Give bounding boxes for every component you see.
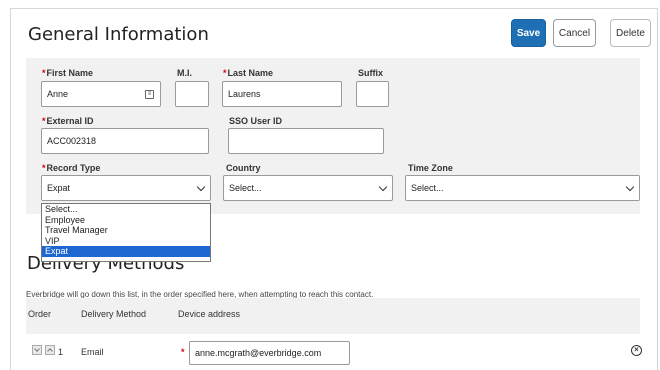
time-zone-label: Time Zone xyxy=(408,163,453,173)
time-zone-select[interactable]: Select... xyxy=(405,175,640,201)
suffix-field[interactable] xyxy=(356,81,389,107)
dropdown-option[interactable]: Employee xyxy=(42,215,210,226)
dropdown-option[interactable]: Travel Manager xyxy=(42,225,210,236)
first-name-field[interactable]: Anne ≡ xyxy=(41,81,161,107)
page-title: General Information xyxy=(28,24,209,45)
chevron-down-icon xyxy=(625,182,635,192)
country-select[interactable]: Select... xyxy=(223,175,393,201)
contact-card-icon[interactable]: ≡ xyxy=(145,90,154,99)
row-delivery-method: Email xyxy=(81,347,104,357)
record-type-dropdown: Select... Employee Travel Manager VIP Ex… xyxy=(41,203,211,262)
mi-label: M.I. xyxy=(177,68,192,78)
save-button[interactable]: Save xyxy=(511,19,546,47)
dropdown-option[interactable]: Select... xyxy=(42,204,210,215)
record-type-label: *Record Type xyxy=(42,163,100,173)
sso-user-id-label: SSO User ID xyxy=(229,116,283,126)
device-address-field[interactable]: anne.mcgrath@everbridge.com xyxy=(189,341,350,365)
sso-user-id-field[interactable] xyxy=(228,128,384,154)
column-order: Order xyxy=(28,309,52,319)
last-name-label: *Last Name xyxy=(223,68,273,78)
record-type-value: Expat xyxy=(47,183,71,193)
external-id-label: *External ID xyxy=(42,116,94,126)
required-marker: * xyxy=(223,68,227,78)
first-name-value: Anne xyxy=(47,89,69,99)
country-value: Select... xyxy=(229,183,262,193)
external-id-label-text: External ID xyxy=(46,116,94,126)
cancel-button[interactable]: Cancel xyxy=(553,19,596,47)
row-order-number: 1 xyxy=(58,347,64,357)
column-delivery-method: Delivery Method xyxy=(81,309,147,319)
delivery-table-header: Order Delivery Method Device address xyxy=(26,298,640,334)
suffix-label: Suffix xyxy=(358,68,384,78)
required-marker: * xyxy=(42,68,46,78)
first-name-label-text: First Name xyxy=(46,68,94,78)
dropdown-option-selected[interactable]: Expat xyxy=(42,246,210,257)
column-device-address: Device address xyxy=(178,309,241,319)
required-marker: * xyxy=(181,347,185,357)
external-id-field[interactable]: ACC002318 xyxy=(41,128,209,154)
record-type-select[interactable]: Expat xyxy=(41,175,211,201)
required-marker: * xyxy=(42,163,46,173)
remove-icon[interactable]: × xyxy=(631,345,642,356)
record-type-label-text: Record Type xyxy=(46,163,101,173)
chevron-down-icon xyxy=(196,182,206,192)
last-name-field[interactable]: Laurens xyxy=(222,81,342,107)
first-name-label: *First Name xyxy=(42,68,93,78)
delete-button[interactable]: Delete xyxy=(610,19,651,47)
required-marker: * xyxy=(42,116,46,126)
country-label: Country xyxy=(226,163,261,173)
chevron-down-icon xyxy=(378,182,388,192)
mi-field[interactable] xyxy=(175,81,209,107)
move-up-button[interactable] xyxy=(45,345,55,355)
time-zone-value: Select... xyxy=(411,183,444,193)
dropdown-option[interactable]: VIP xyxy=(42,236,210,247)
last-name-label-text: Last Name xyxy=(227,68,274,78)
move-down-button[interactable] xyxy=(32,345,42,355)
